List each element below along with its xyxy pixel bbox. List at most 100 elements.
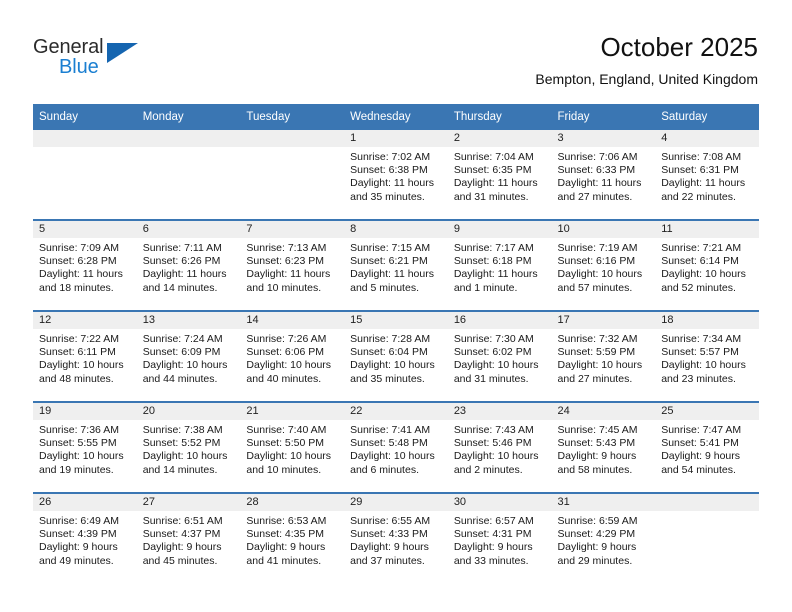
day-number: 16 [447,312,552,329]
daylight-text: Daylight: 10 hours and 57 minutes. [557,268,643,294]
sunset-text: Sunset: 6:38 PM [350,164,428,177]
calendar-week-row: 12 Sunrise: 7:22 AM Sunset: 6:11 PM Dayligh… [33,310,759,402]
day-details: Sunrise: 7:21 AM Sunset: 6:14 PM Daylight:… [655,238,759,295]
day-number: 18 [655,312,759,329]
calendar-day-cell[interactable]: 15 Sunrise: 7:28 AM Sunset: 6:04 PM Dayligh… [344,310,448,402]
calendar-day-cell[interactable]: 16 Sunrise: 7:30 AM Sunset: 6:02 PM Dayligh… [447,310,552,402]
sunset-text: Sunset: 6:18 PM [453,255,532,268]
weekday-header-sunday: Sunday [33,104,137,130]
sunset-text: Sunset: 5:41 PM [661,437,739,450]
sunrise-text: Sunrise: 6:51 AM [142,515,223,527]
calendar-day-cell[interactable]: 27 Sunrise: 6:51 AM Sunset: 4:37 PM Dayligh… [136,492,241,583]
day-number: 4 [655,130,759,147]
logo-text-blue: Blue [59,56,99,78]
calendar-day-cell[interactable]: 26 Sunrise: 6:49 AM Sunset: 4:39 PM Dayligh… [33,492,137,583]
calendar-day-cell[interactable]: 8 Sunrise: 7:15 AM Sunset: 6:21 PM Daylight… [344,219,448,311]
day-cell-inner: 13 Sunrise: 7:24 AM Sunset: 6:09 PM Dayligh… [136,312,241,401]
day-details: Sunrise: 7:47 AM Sunset: 5:41 PM Daylight:… [655,420,759,477]
title-block: October 2025 Bempton, England, United Ki… [535,32,758,88]
calendar-day-cell[interactable]: 25 Sunrise: 7:47 AM Sunset: 5:41 PM Dayligh… [655,401,759,493]
sunset-text: Sunset: 5:43 PM [557,437,636,450]
calendar-day-cell[interactable]: 13 Sunrise: 7:24 AM Sunset: 6:09 PM Dayligh… [136,310,241,402]
daylight-text: Daylight: 9 hours and 45 minutes. [142,541,222,567]
calendar-day-cell[interactable]: 5 Sunrise: 7:09 AM Sunset: 6:28 PM Daylight… [33,219,137,311]
day-number: 13 [136,312,241,329]
daylight-text: Daylight: 9 hours and 29 minutes. [557,541,637,567]
day-details [655,511,759,515]
day-cell-inner: 21 Sunrise: 7:40 AM Sunset: 5:50 PM Dayligh… [240,403,345,492]
day-details: Sunrise: 7:19 AM Sunset: 6:16 PM Daylight:… [552,238,656,295]
day-details: Sunrise: 7:04 AM Sunset: 6:35 PM Daylight:… [448,147,552,204]
calendar-day-cell[interactable]: 31 Sunrise: 6:59 AM Sunset: 4:29 PM Dayligh… [551,492,656,583]
day-number: 2 [447,130,552,147]
day-cell-inner: 24 Sunrise: 7:45 AM Sunset: 5:43 PM Dayligh… [551,403,656,492]
sunset-text: Sunset: 4:35 PM [246,528,325,541]
day-details: Sunrise: 7:43 AM Sunset: 5:46 PM Daylight:… [448,420,552,477]
daylight-text: Daylight: 10 hours and 14 minutes. [142,450,228,476]
day-number: 6 [136,221,241,238]
calendar-day-cell[interactable]: 19 Sunrise: 7:36 AM Sunset: 5:55 PM Dayligh… [33,401,137,493]
day-cell-inner: 15 Sunrise: 7:28 AM Sunset: 6:04 PM Dayligh… [344,312,448,401]
sunrise-text: Sunrise: 7:40 AM [246,424,327,436]
calendar-day-cell[interactable]: 14 Sunrise: 7:26 AM Sunset: 6:06 PM Dayligh… [240,310,345,402]
weekday-header-thursday: Thursday [447,104,552,130]
day-cell-inner: 29 Sunrise: 6:55 AM Sunset: 4:33 PM Dayligh… [344,494,448,583]
day-details [137,147,241,151]
day-number: 7 [240,221,345,238]
sunset-text: Sunset: 6:33 PM [557,164,636,177]
calendar-day-cell[interactable]: 7 Sunrise: 7:13 AM Sunset: 6:23 PM Daylight… [240,219,345,311]
sunrise-text: Sunrise: 7:11 AM [142,242,222,254]
calendar-day-cell[interactable]: 28 Sunrise: 6:53 AM Sunset: 4:35 PM Dayligh… [240,492,345,583]
calendar-day-cell[interactable]: 18 Sunrise: 7:34 AM Sunset: 5:57 PM Dayligh… [655,310,759,402]
page-header: General Blue October 2025 Bempton, Engla… [0,0,792,100]
calendar-day-cell[interactable]: 11 Sunrise: 7:21 AM Sunset: 6:14 PM Dayligh… [655,219,759,311]
general-blue-logo[interactable]: General Blue [33,36,153,82]
day-cell-inner: 16 Sunrise: 7:30 AM Sunset: 6:02 PM Dayligh… [447,312,552,401]
calendar-day-cell[interactable]: 20 Sunrise: 7:38 AM Sunset: 5:52 PM Dayligh… [136,401,241,493]
calendar-day-cell[interactable]: 23 Sunrise: 7:43 AM Sunset: 5:46 PM Dayligh… [447,401,552,493]
sunrise-text: Sunrise: 7:38 AM [142,424,223,436]
daylight-text: Daylight: 10 hours and 40 minutes. [246,359,332,385]
calendar-day-cell[interactable]: 3 Sunrise: 7:06 AM Sunset: 6:33 PM Daylight… [551,130,656,220]
calendar-day-cell[interactable]: 17 Sunrise: 7:32 AM Sunset: 5:59 PM Dayligh… [551,310,656,402]
daylight-text: Daylight: 9 hours and 58 minutes. [557,450,637,476]
calendar-day-cell[interactable]: 21 Sunrise: 7:40 AM Sunset: 5:50 PM Dayligh… [240,401,345,493]
day-number: 23 [447,403,552,420]
calendar-empty-cell [240,130,345,220]
calendar-day-cell[interactable]: 12 Sunrise: 7:22 AM Sunset: 6:11 PM Dayligh… [33,310,137,402]
calendar-day-cell[interactable]: 29 Sunrise: 6:55 AM Sunset: 4:33 PM Dayligh… [344,492,448,583]
day-details: Sunrise: 7:06 AM Sunset: 6:33 PM Daylight:… [552,147,656,204]
day-details: Sunrise: 7:36 AM Sunset: 5:55 PM Daylight:… [33,420,137,477]
calendar-day-cell[interactable]: 22 Sunrise: 7:41 AM Sunset: 5:48 PM Dayligh… [344,401,448,493]
calendar-day-cell[interactable]: 9 Sunrise: 7:17 AM Sunset: 6:18 PM Daylight… [447,219,552,311]
daylight-text: Daylight: 11 hours and 14 minutes. [142,268,227,294]
calendar-day-cell[interactable]: 24 Sunrise: 7:45 AM Sunset: 5:43 PM Dayligh… [551,401,656,493]
day-number: 20 [136,403,241,420]
day-details: Sunrise: 6:55 AM Sunset: 4:33 PM Daylight:… [344,511,448,568]
day-number: 15 [344,312,448,329]
day-cell-inner: 19 Sunrise: 7:36 AM Sunset: 5:55 PM Dayligh… [33,403,137,492]
daylight-text: Daylight: 10 hours and 10 minutes. [246,450,332,476]
calendar-day-cell[interactable]: 6 Sunrise: 7:11 AM Sunset: 6:26 PM Daylight… [136,219,241,311]
daylight-text: Daylight: 11 hours and 5 minutes. [350,268,434,294]
sunrise-text: Sunrise: 7:24 AM [142,333,223,345]
day-cell-inner: 23 Sunrise: 7:43 AM Sunset: 5:46 PM Dayligh… [447,403,552,492]
sunrise-text: Sunrise: 6:59 AM [557,515,638,527]
calendar-day-cell[interactable]: 10 Sunrise: 7:19 AM Sunset: 6:16 PM Dayligh… [551,219,656,311]
calendar-day-cell[interactable]: 4 Sunrise: 7:08 AM Sunset: 6:31 PM Daylight… [655,130,759,220]
day-cell-inner: 6 Sunrise: 7:11 AM Sunset: 6:26 PM Daylight… [136,221,241,310]
calendar-day-cell[interactable]: 1 Sunrise: 7:02 AM Sunset: 6:38 PM Daylight… [344,130,448,220]
sunrise-text: Sunrise: 6:57 AM [453,515,534,527]
calendar-day-cell[interactable]: 30 Sunrise: 6:57 AM Sunset: 4:31 PM Dayligh… [447,492,552,583]
day-cell-inner [240,130,345,219]
sunrise-text: Sunrise: 7:45 AM [557,424,638,436]
sunrise-text: Sunrise: 6:53 AM [246,515,327,527]
weekday-header-saturday: Saturday [655,104,759,130]
daylight-text: Daylight: 11 hours and 35 minutes. [350,177,434,203]
sunset-text: Sunset: 5:52 PM [142,437,221,450]
day-cell-inner: 12 Sunrise: 7:22 AM Sunset: 6:11 PM Dayligh… [33,312,137,401]
daylight-text: Daylight: 9 hours and 33 minutes. [453,541,533,567]
calendar-day-cell[interactable]: 2 Sunrise: 7:04 AM Sunset: 6:35 PM Daylight… [447,130,552,220]
sunrise-text: Sunrise: 7:32 AM [557,333,638,345]
daylight-text: Daylight: 11 hours and 18 minutes. [39,268,123,294]
